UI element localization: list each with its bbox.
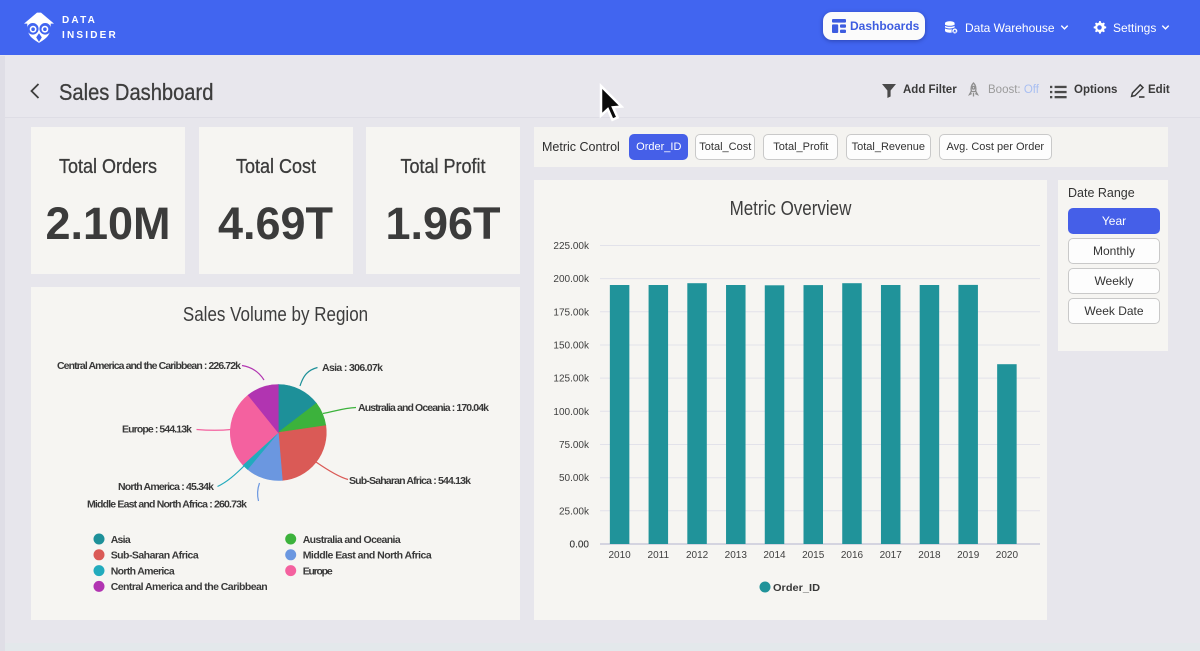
svg-text:2011: 2011 xyxy=(648,550,670,561)
svg-text:Asia : 306.07k: Asia : 306.07k xyxy=(322,362,383,374)
svg-text:2010: 2010 xyxy=(608,550,631,561)
svg-text:200.00k: 200.00k xyxy=(553,274,590,285)
svg-text:Sub-Saharan Africa: Sub-Saharan Africa xyxy=(111,550,199,562)
svg-text:2018: 2018 xyxy=(918,550,941,561)
svg-text:North America: North America xyxy=(111,565,175,577)
svg-text:2012: 2012 xyxy=(686,550,709,561)
svg-text:2019: 2019 xyxy=(957,550,980,561)
svg-text:Australia and Oceania: Australia and Oceania xyxy=(303,534,401,546)
svg-text:2014: 2014 xyxy=(763,550,786,561)
svg-text:150.00k: 150.00k xyxy=(553,341,590,352)
svg-text:2016: 2016 xyxy=(841,550,864,561)
svg-text:2020: 2020 xyxy=(996,550,1019,561)
svg-text:North America : 45.34k: North America : 45.34k xyxy=(118,481,214,493)
svg-text:25.00k: 25.00k xyxy=(559,506,590,517)
svg-text:100.00k: 100.00k xyxy=(553,407,590,418)
svg-text:0.00: 0.00 xyxy=(570,540,590,551)
svg-text:125.00k: 125.00k xyxy=(553,374,590,385)
svg-text:75.00k: 75.00k xyxy=(559,440,590,451)
svg-text:Central America and the Caribb: Central America and the Caribbean xyxy=(111,581,268,593)
svg-text:Europe : 544.13k: Europe : 544.13k xyxy=(122,424,192,436)
svg-text:Asia: Asia xyxy=(111,534,131,546)
svg-text:175.00k: 175.00k xyxy=(553,307,590,318)
svg-text:Europe: Europe xyxy=(303,565,333,577)
svg-text:Order_ID: Order_ID xyxy=(773,582,820,594)
svg-text:50.00k: 50.00k xyxy=(559,473,590,484)
svg-text:Central America and the Caribb: Central America and the Caribbean : 226.… xyxy=(57,360,241,372)
svg-text:2015: 2015 xyxy=(802,550,825,561)
svg-text:Australia and Oceania : 170.04: Australia and Oceania : 170.04k xyxy=(358,402,489,414)
svg-text:2013: 2013 xyxy=(725,550,748,561)
svg-text:225.00k: 225.00k xyxy=(553,241,590,252)
svg-text:2017: 2017 xyxy=(880,550,903,561)
svg-text:Middle East and North Africa: Middle East and North Africa xyxy=(303,550,432,562)
svg-text:Middle East and North Africa :: Middle East and North Africa : 260.73k xyxy=(87,499,247,511)
svg-text:Sub-Saharan Africa : 544.13k: Sub-Saharan Africa : 544.13k xyxy=(349,475,471,487)
